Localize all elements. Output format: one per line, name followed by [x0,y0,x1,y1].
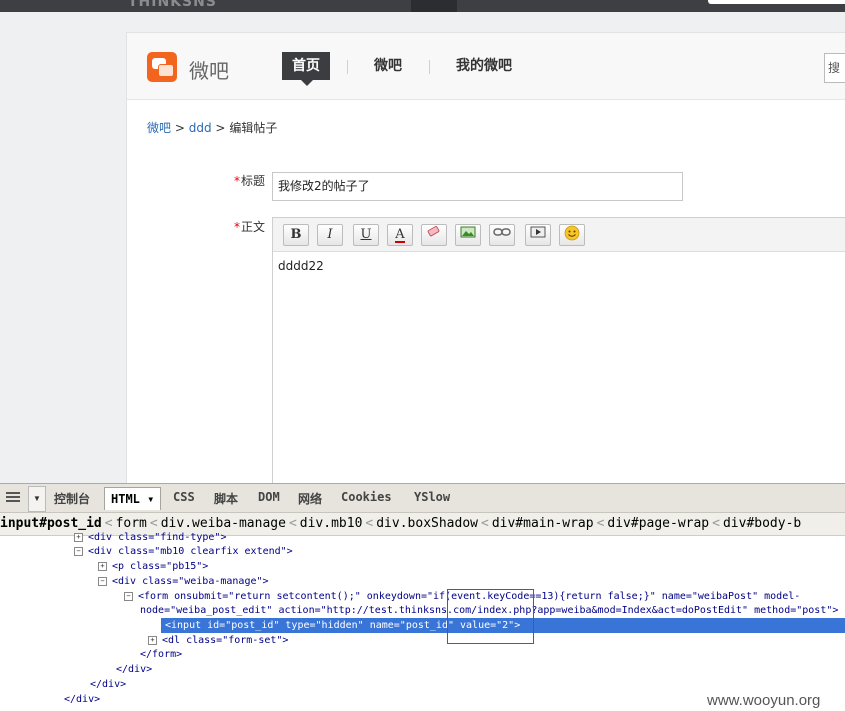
body-label: *正文 [234,218,265,235]
highlight-box [447,589,534,644]
link-icon[interactable] [489,224,515,246]
tree-node[interactable]: + <div class="find-type"> [74,530,226,545]
crumb-main-wrap[interactable]: div#main-wrap [492,516,594,531]
top-bar-tab[interactable] [411,0,457,12]
font-color-icon[interactable]: A [387,224,413,246]
breadcrumb-current: 编辑帖子 [229,121,278,135]
nav-my-weiba[interactable]: 我的微吧 [456,52,512,80]
underline-icon[interactable]: U [353,224,379,246]
video-icon[interactable] [525,224,551,246]
tab-script[interactable]: 脚本 [214,490,238,507]
top-search-field[interactable] [708,0,845,4]
breadcrumb-separator: > [215,121,226,135]
title-label-text: 标题 [241,174,266,188]
tree-node[interactable]: − <div class="weiba-manage"> [98,574,269,589]
firebug-menu-icon[interactable] [0,484,26,512]
rich-text-editor: B I U A dddd22 [272,217,845,484]
firebug-panel: ▼ 控制台 HTML ▾ CSS 脚本 DOM 网络 Cookies YSlow… [0,483,845,711]
tree-node[interactable]: + <dl class="form-set"> [148,633,288,648]
tab-net[interactable]: 网络 [298,490,322,507]
app-header: 微吧 首页 微吧 我的微吧 搜 [127,33,845,100]
crumb-page-wrap[interactable]: div#page-wrap [607,516,709,531]
app-name[interactable]: 微吧 [189,55,229,84]
tree-node[interactable]: </div> [116,662,152,677]
breadcrumb: 微吧 > ddd > 编辑帖子 [147,119,277,136]
eraser-icon[interactable] [421,224,447,246]
crumb-form[interactable]: form [116,516,147,531]
nav-divider [347,60,348,74]
weiba-logo-icon[interactable] [147,52,177,82]
nav-weiba[interactable]: 微吧 [374,52,402,80]
tab-cookies[interactable]: Cookies [341,490,392,504]
title-label: *标题 [234,172,265,189]
emoticon-icon[interactable] [559,224,585,246]
watermark: www.wooyun.org [707,692,821,709]
tab-console[interactable]: 控制台 [54,490,90,507]
crumb-input-post-id[interactable]: input#post_id [0,516,102,531]
nav-divider [429,60,430,74]
crumb-weiba-manage[interactable]: div.weiba-manage [161,516,286,531]
body-label-text: 正文 [241,220,266,234]
crumb-body-wrap[interactable]: div#body-b [723,516,801,531]
breadcrumb-group[interactable]: ddd [189,121,212,135]
tab-dom[interactable]: DOM [258,490,280,504]
breadcrumb-separator: > [174,121,185,135]
search-input[interactable]: 搜 [824,53,845,83]
bold-icon[interactable]: B [283,224,309,246]
top-bar: THINKSNS [0,0,845,12]
required-mark: * [234,220,240,234]
tree-node[interactable]: − <div class="mb10 clearfix extend"> [74,544,293,559]
italic-icon[interactable]: I [317,224,343,246]
tree-node[interactable]: </form> [140,647,182,662]
firebug-dropdown-icon[interactable]: ▼ [28,486,46,512]
crumb-mb10[interactable]: div.mb10 [300,516,363,531]
tab-yslow[interactable]: YSlow [414,490,450,504]
tab-css[interactable]: CSS [173,490,195,504]
image-icon[interactable] [455,224,481,246]
tab-html[interactable]: HTML ▾ [104,487,162,510]
page-panel: 微吧 首页 微吧 我的微吧 搜 微吧 > ddd > 编辑帖子 *标题 我修改2… [126,32,845,484]
editor-toolbar: B I U A [273,218,845,252]
site-logo[interactable]: THINKSNS [128,0,217,10]
title-input[interactable]: 我修改2的帖子了 [272,172,683,201]
required-mark: * [234,174,240,188]
crumb-boxshadow[interactable]: div.boxShadow [376,516,478,531]
html-tree: + <div class="find-type"> − <div class="mb… [0,532,845,711]
tree-node[interactable]: </div> [90,677,126,692]
tree-node[interactable]: + <p class="pb15"> [98,559,208,574]
nav-home[interactable]: 首页 [282,52,330,86]
editor-content[interactable]: dddd22 [278,259,324,273]
firebug-tabbar: ▼ 控制台 HTML ▾ CSS 脚本 DOM 网络 Cookies YSlow [0,483,845,513]
tree-node[interactable]: </div> [64,692,100,707]
breadcrumb-home[interactable]: 微吧 [147,121,171,135]
